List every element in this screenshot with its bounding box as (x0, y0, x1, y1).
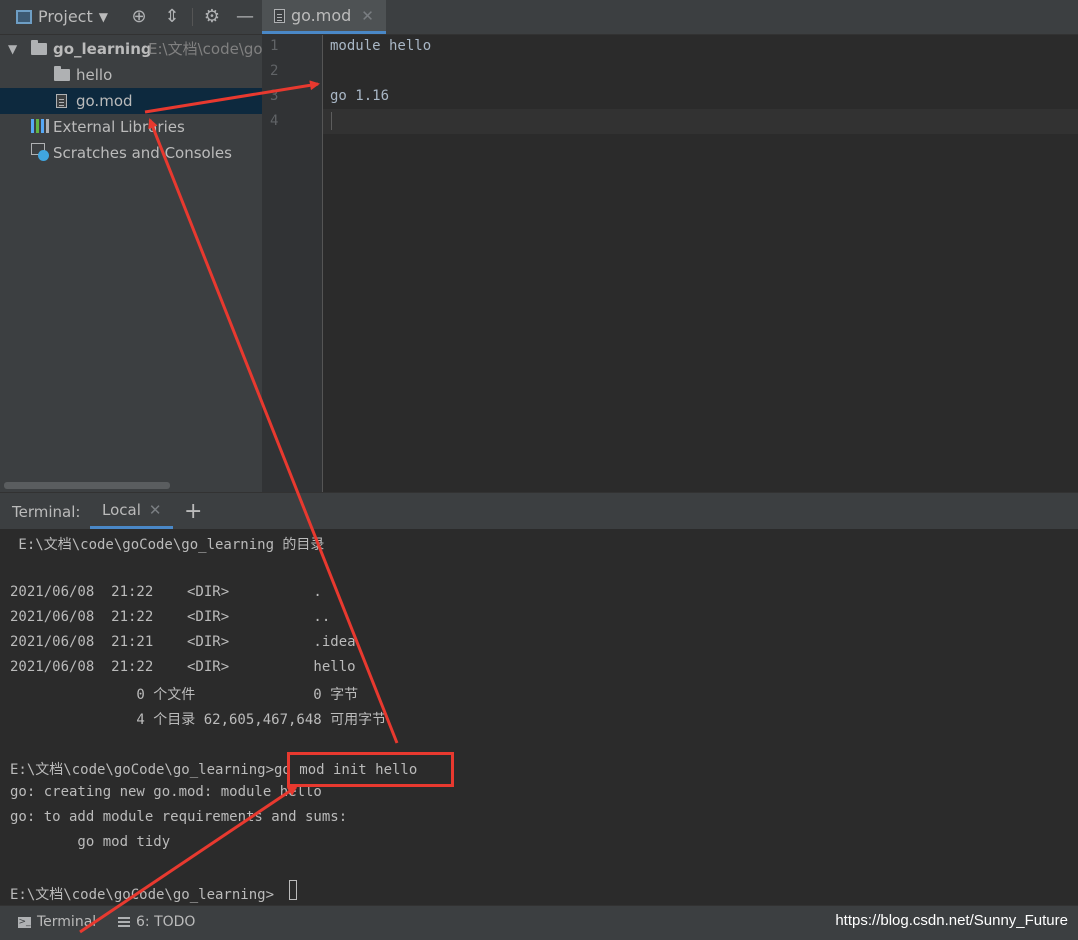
list-icon (118, 917, 130, 927)
folder-icon (31, 40, 47, 55)
tree-root-go-learning[interactable]: ▼ go_learning E:\文档\code\go (0, 36, 262, 62)
line-number: 3 (270, 88, 279, 104)
status-bar: >_ Terminal 6: TODO https://blog.csdn.ne… (0, 905, 1078, 940)
terminal-line: go mod tidy (10, 834, 171, 850)
tree-item-scratches[interactable]: Scratches and Consoles (0, 140, 262, 166)
text-caret (331, 112, 332, 130)
terminal-tool-label: Terminal (37, 914, 97, 930)
tab-go-mod[interactable]: go.mod ✕ (262, 0, 386, 34)
project-title: Project (38, 7, 93, 26)
terminal-line: E:\文档\code\goCode\go_learning 的目录 (10, 537, 325, 553)
folder-icon (54, 66, 70, 81)
tree-item-label: External Libraries (53, 118, 185, 136)
project-window-icon (16, 9, 32, 24)
terminal-line: 4 个目录 62,605,467,648 可用字节 (10, 712, 387, 728)
terminal-cursor (289, 880, 297, 900)
project-panel: Project ▼ ⊕ ⇕ ⚙ — ▼ go_learning E:\文档\co… (0, 0, 262, 492)
line-number: 4 (270, 113, 279, 129)
line-number-gutter: 1 2 3 4 (262, 35, 323, 492)
current-line-highlight (323, 109, 1078, 134)
locate-icon[interactable]: ⊕ (128, 6, 150, 28)
tree-item-label: Scratches and Consoles (53, 144, 232, 162)
file-icon (274, 8, 285, 23)
terminal-line: 2021/06/08 21:22 <DIR> . (10, 584, 322, 600)
add-terminal-icon[interactable]: + (184, 499, 202, 524)
terminal-output[interactable]: E:\文档\code\goCode\go_learning 的目录 2021/0… (0, 529, 1078, 905)
line-number: 2 (270, 63, 279, 79)
tab-label: go.mod (291, 6, 352, 25)
terminal-line: go: creating new go.mod: module hello (10, 784, 322, 800)
project-toolbar: Project ▼ ⊕ ⇕ ⚙ — (0, 0, 262, 35)
terminal-line: E:\文档\code\goCode\go_learning> (10, 887, 275, 903)
tree-item-label: go.mod (76, 92, 133, 110)
watermark-text: https://blog.csdn.net/Sunny_Future (835, 912, 1068, 929)
todo-tool-button[interactable]: 6: TODO (118, 914, 195, 930)
tree-item-external-libraries[interactable]: External Libraries (0, 114, 262, 140)
terminal-line: go: to add module requirements and sums: (10, 809, 348, 825)
terminal-line: 2021/06/08 21:22 <DIR> hello (10, 659, 356, 675)
terminal-tab-local[interactable]: Local ✕ (90, 493, 174, 529)
horizontal-scrollbar[interactable] (4, 482, 170, 489)
minimize-icon[interactable]: — (234, 6, 256, 28)
collapse-icon[interactable]: ⇕ (161, 6, 183, 28)
tree-root-label: go_learning (53, 40, 152, 58)
terminal-icon: >_ (18, 916, 31, 928)
line-number: 1 (270, 38, 279, 54)
code-line: go 1.16 (330, 88, 390, 104)
code-editor[interactable]: 1 2 3 4 module hello go 1.16 (262, 35, 1078, 492)
library-icon (31, 119, 49, 133)
file-icon (56, 94, 67, 108)
tree-item-hello[interactable]: hello (0, 62, 262, 88)
tree-item-label: hello (76, 66, 113, 84)
terminal-line: 0 个文件 0 字节 (10, 687, 359, 703)
chevron-down-icon: ▼ (98, 9, 108, 24)
terminal-header-label: Terminal: (12, 503, 81, 521)
terminal-tool-button[interactable]: >_ Terminal (18, 914, 96, 930)
close-icon[interactable]: ✕ (149, 501, 162, 519)
tree-item-go-mod[interactable]: go.mod (0, 88, 262, 114)
terminal-header: Terminal: Local ✕ + (0, 492, 1078, 529)
annotation-box (287, 752, 454, 787)
todo-tool-label: 6: TODO (136, 914, 196, 930)
close-icon[interactable]: ✕ (361, 7, 374, 25)
terminal-line: 2021/06/08 21:22 <DIR> .. (10, 609, 331, 625)
toolbar-divider (192, 8, 193, 26)
terminal-tab-label: Local (102, 500, 141, 519)
terminal-line: 2021/06/08 21:21 <DIR> .idea (10, 634, 356, 650)
code-line: module hello (330, 38, 432, 54)
scratch-icon (31, 143, 49, 161)
editor-tab-bar: go.mod ✕ (262, 0, 1078, 35)
expand-arrow-icon[interactable]: ▼ (8, 36, 17, 62)
project-view-selector[interactable]: Project ▼ (16, 7, 108, 26)
gear-icon[interactable]: ⚙ (201, 6, 223, 28)
tree-root-path: E:\文档\code\go (148, 40, 262, 58)
